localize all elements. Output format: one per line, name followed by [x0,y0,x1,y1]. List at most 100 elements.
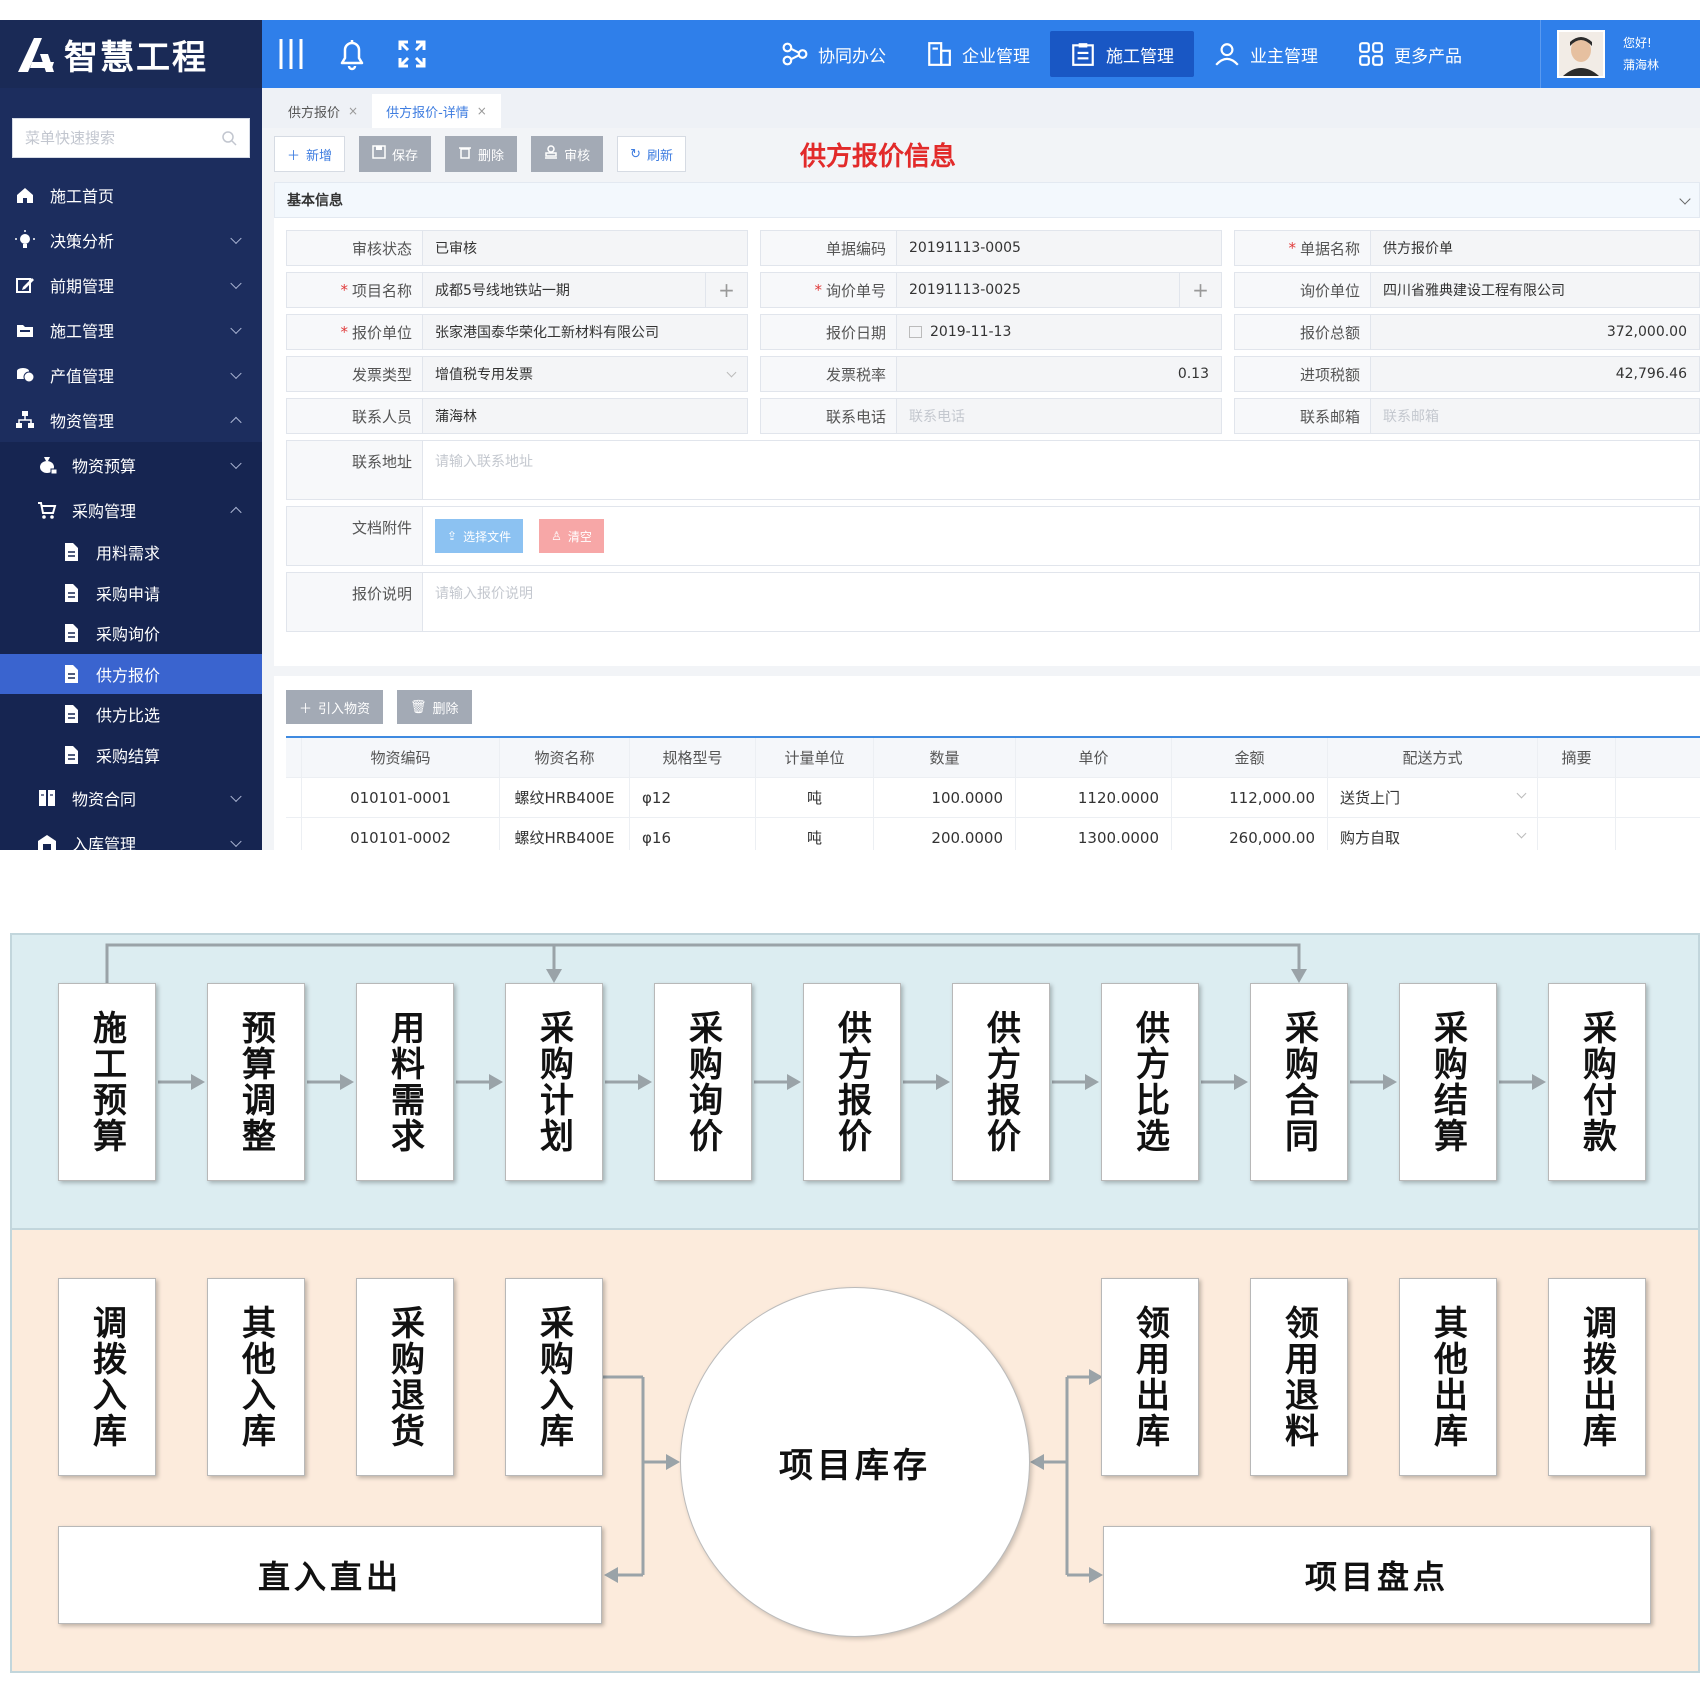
table-cell[interactable]: 送货上门 [1328,778,1538,817]
import-material-button[interactable]: ＋ 引入物资 [286,690,384,724]
chevron-down-icon[interactable] [1516,788,1527,799]
address-textarea[interactable]: 请输入联系地址 [423,441,1699,499]
address-field[interactable]: 联系地址 请输入联系地址 [286,440,1700,500]
choose-file-button[interactable]: ⇪ 选择文件 [435,519,524,553]
column-header[interactable]: 数量 [874,738,1016,777]
contact-input[interactable]: 蒲海林 [423,399,747,433]
nav-item-4[interactable]: 更多产品 [1338,31,1482,77]
menu-search-input[interactable] [25,129,221,147]
section-header[interactable]: 基本信息 [274,182,1700,218]
doc-name-field[interactable]: * 单据名称 供方报价单 [1234,230,1700,266]
tax-rate-input[interactable]: 0.13 [897,357,1221,391]
chevron-up-icon[interactable] [230,416,242,428]
chevron-down-icon[interactable] [230,790,242,802]
sidebar-item-0[interactable]: 施工首页 [0,172,262,217]
plus-icon[interactable]: + [1179,273,1221,307]
avatar[interactable] [1557,30,1605,78]
flow-step-top-8: 采购合同 [1250,983,1348,1181]
column-header[interactable]: 物资编码 [302,738,500,777]
tax-rate-field[interactable]: 发票税率 0.13 [760,356,1222,392]
column-header[interactable]: 单价 [1016,738,1172,777]
doc-name-input[interactable]: 供方报价单 [1371,231,1699,265]
column-header[interactable]: 摘要 [1538,738,1616,777]
add-button[interactable]: ＋ 新增 [274,136,346,172]
clear-button[interactable]: ♙ 清空 [539,519,604,553]
sitemap-icon [12,410,38,430]
audit-button[interactable]: 审核 [531,136,604,172]
plus-icon[interactable]: + [705,273,747,307]
top-nav: 协同办公 企业管理 施工管理 业主管理 更多产品 [762,20,1482,88]
sidebar-item-4[interactable]: 产值管理 [0,352,262,397]
chevron-down-icon[interactable] [230,322,242,334]
sidebar-item-9[interactable]: 采购申请 [0,572,262,613]
invoice-type-field[interactable]: 发票类型 增值税专用发票 [286,356,748,392]
grid-delete-button[interactable]: 🗑 删除 [397,690,472,724]
sidebar-item-5[interactable]: 物资管理 [0,397,262,442]
chevron-down-icon[interactable] [230,277,242,289]
table-cell[interactable]: 购方自取 [1328,818,1538,850]
nav-item-2[interactable]: 施工管理 [1050,31,1194,77]
phone-input[interactable]: 联系电话 [897,399,1221,433]
sidebar-item-13[interactable]: 采购结算 [0,734,262,775]
nav-item-0[interactable]: 协同办公 [762,31,906,77]
sidebar-item-12[interactable]: 供方比选 [0,694,262,735]
table-row[interactable]: 010101-0001 螺纹HRB400E φ12 吨 100.0000 1120.000… [286,778,1700,818]
search-icon[interactable] [221,130,237,146]
bell-icon[interactable] [322,20,382,88]
fullscreen-icon[interactable] [382,20,442,88]
column-header[interactable]: 物资名称 [500,738,630,777]
quote-unit-input[interactable]: 张家港国泰华荣化工新材料有限公司 [423,315,747,349]
tab-quote-list[interactable]: 供方报价 × [274,94,372,128]
sidebar-item-14[interactable]: 物资合同 [0,775,262,820]
chevron-down-icon[interactable] [1516,828,1527,839]
chevron-down-icon[interactable] [230,367,242,379]
email-input[interactable]: 联系邮箱 [1371,399,1699,433]
refresh-button[interactable]: ↻ 刷新 [617,136,686,172]
column-header[interactable]: 计量单位 [756,738,874,777]
phone-field[interactable]: 联系电话 联系电话 [760,398,1222,434]
nav-item-1[interactable]: 企业管理 [906,31,1050,77]
remark-field[interactable]: 报价说明 请输入报价说明 [286,572,1700,632]
sidebar-item-3[interactable]: 施工管理 [0,307,262,352]
chevron-down-icon[interactable] [230,232,242,244]
menu-collapse-icon[interactable] [262,20,322,88]
quote-unit-field[interactable]: * 报价单位 张家港国泰华荣化工新材料有限公司 [286,314,748,350]
delete-button[interactable]: 删除 [445,136,518,172]
sidebar-item-1[interactable]: 决策分析 [0,217,262,262]
inquiry-no-input[interactable]: 20191113-0025 + [897,273,1221,307]
email-field[interactable]: 联系邮箱 联系邮箱 [1234,398,1700,434]
inquiry-no-field[interactable]: * 询价单号 20191113-0025 + [760,272,1222,308]
close-icon[interactable]: × [348,104,358,118]
save-button[interactable]: 保存 [359,136,432,172]
sidebar-item-8[interactable]: 用料需求 [0,532,262,573]
sidebar-item-10[interactable]: 采购询价 [0,613,262,654]
user-panel[interactable]: 您好! 蒲海林 [1540,20,1700,88]
column-header[interactable]: 配送方式 [1328,738,1538,777]
project-name-input[interactable]: 成都5号线地铁站一期 + [423,273,747,307]
column-header[interactable]: 规格型号 [630,738,756,777]
sidebar-item-15[interactable]: 入库管理 [0,820,262,850]
quote-date-input[interactable]: 2019-11-13 [897,315,1221,349]
sidebar-item-6[interactable]: 物资预算 [0,442,262,487]
tab-quote-detail[interactable]: 供方报价-详情 × [372,94,501,128]
nav-item-3[interactable]: 业主管理 [1194,31,1338,77]
row-gutter [286,778,302,817]
sidebar-item-11[interactable]: 供方报价 [0,653,262,694]
row-gutter [286,818,302,850]
invoice-type-select[interactable]: 增值税专用发票 [423,357,747,391]
chevron-down-icon[interactable] [726,367,737,378]
quote-date-field[interactable]: 报价日期 2019-11-13 [760,314,1222,350]
sidebar-item-2[interactable]: 前期管理 [0,262,262,307]
chevron-down-icon[interactable] [230,835,242,847]
contact-field[interactable]: 联系人员 蒲海林 [286,398,748,434]
chevron-down-icon[interactable] [230,457,242,469]
close-icon[interactable]: × [477,104,487,118]
table-row[interactable]: 010101-0002 螺纹HRB400E φ16 吨 200.0000 1300.000… [286,818,1700,850]
sidebar-item-7[interactable]: 采购管理 [0,487,262,532]
column-header[interactable]: 金额 [1172,738,1328,777]
chevron-up-icon[interactable] [230,506,242,518]
remark-textarea[interactable]: 请输入报价说明 [423,573,1699,631]
sidebar-item-label: 入库管理 [72,834,137,851]
chevron-down-icon[interactable] [1679,193,1691,205]
project-name-field[interactable]: * 项目名称 成都5号线地铁站一期 + [286,272,748,308]
